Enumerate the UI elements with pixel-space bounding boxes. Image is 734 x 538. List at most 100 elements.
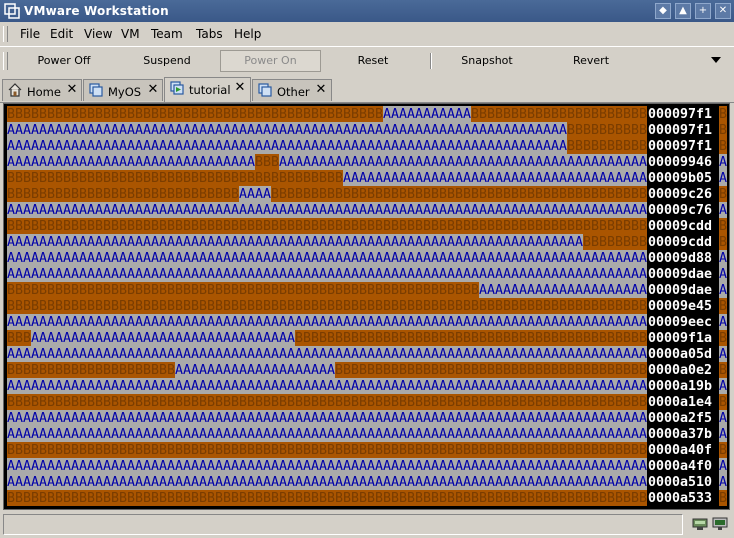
status-message-field [3,514,683,535]
memory-address: 00009f1a [648,331,712,346]
memory-address: 00009c26 [648,187,712,202]
screen-row: BBBBBBBBBBBBBBBBBBBBB AAAAAAAAAAAAAAAAAAA… [7,362,727,378]
screen-row: AAAAAAAAAAAAAAAAAAAAAAAAAAAAAAAAAAAAAAAA… [7,378,727,394]
menu-view[interactable]: View [84,27,112,41]
text-run: AAAAAAAAAAAAAAAAAAAAAAAAAAAAAAAAAAAAAAAA… [7,411,647,426]
trail-char: B [719,187,727,202]
screen-row: AAAAAAAAAAAAAAAAAAAAAAAAAAAAAAAAAAAAAAAA… [7,346,727,362]
trail-char: A [719,267,727,282]
memory-address: 00009eec [648,315,712,330]
text-run: AAAAAAAAAAAAAAAAAAAAAAAAAAAAAAAAAAAAAAAA… [7,123,567,138]
memory-address: 000097f1 [648,107,712,122]
text-run: AAAAAAAAAAAAAAAAAAAAAAAAAAAAAAAAAAAAAAAA… [7,267,647,282]
tab-other[interactable]: Other ✕ [252,79,332,101]
screen-row: AAAAAAAAAAAAAAAAAAAAAAAAAAAAAAAAAAAAAAAA… [7,234,727,250]
suspend-button[interactable]: Suspend [122,50,212,72]
window-title: VMware Workstation [24,4,169,18]
network-icon[interactable] [692,517,708,531]
shade-icon[interactable]: ◆ [655,3,671,19]
screen-row: BBBBBBBBBBBBBBBBBBBBBBBBBBBBBBBBBBBBBBBB… [7,170,727,186]
memory-address: 00009d88 [648,251,712,266]
screen-row: BBBBBBBBBBBBBBBBBBBBBBBBBBBBBBBBBBBBBBBB… [7,394,727,410]
screen-row: AAAAAAAAAAAAAAAAAAAAAAAAAAAAAAAAAAAAAAAA… [7,458,727,474]
text-run: BBBBBBBB [583,235,647,250]
text-run: AAAAAAAAAAAAAAAAAAAAAAAAAAAAAAAAAAAAAAAA… [7,315,647,330]
memory-address: 0000a1e4 [648,395,712,410]
screen-row: AAAAAAAAAAAAAAAAAAAAAAAAAAAAAAAAAAAAAAAA… [7,250,727,266]
text-run: AAAAAAAAAAAAAAAAAAAAAAAAAAAAAAA [7,155,255,170]
trail-char: A [719,411,727,426]
screen-row: BBBBBBBBBBBBBBBBBBBBBBBBBBBBBBBBBBBBBBBB… [7,298,727,314]
tab-label: Other [277,85,310,99]
home-icon [8,83,22,97]
text-run: BBBBBBBBBBBBBBBBBBBBBBBBBBBBBBBBBBBBBBBB… [7,171,343,186]
menu-team[interactable]: Team [151,27,183,41]
tab-myos[interactable]: MyOS ✕ [83,79,163,101]
trail-char: B [719,107,727,122]
snapshot-button[interactable]: Snapshot [440,50,534,72]
screen-row: AAAAAAAAAAAAAAAAAAAAAAAAAAAAAAAAAAAAAAAA… [7,266,727,282]
vm-console[interactable]: BBBBBBBBBBBBBBBBBBBBBBBBBBBBBBBBBBBBBBBB… [3,103,730,510]
memory-address: 000097f1 [648,123,712,138]
text-run: BBBBBBBBBBBBBBBBBBBBBBBBBBBBBBBBBBBBBBBB… [7,299,647,314]
menu-grip [3,26,8,42]
status-bar [0,511,734,538]
screen-row: BBB AAAAAAAAAAAAAAAAAAAAAAAAAAAAAAAAA BBBB… [7,330,727,346]
vm-icon [89,83,103,97]
trail-char: A [719,315,727,330]
toolbar: Power Off Suspend Power On Reset Snapsho… [0,46,734,75]
screen-row: AAAAAAAAAAAAAAAAAAAAAAAAAAAAAAAAAAAAAAAA… [7,122,727,138]
reset-button[interactable]: Reset [330,50,416,72]
text-run: AAAAAAAAAAAAAAAAAAAAAAAAAAAAAAAAAAAAAAAA… [7,139,567,154]
toolbar-separator [430,53,432,69]
menu-tabs[interactable]: Tabs [196,27,223,41]
trail-char: B [719,395,727,410]
text-run: AAAAAAAAAAAAAAAAAAAAAAAAAAAAAAAAAAAAAAAA… [7,459,647,474]
power-on-button[interactable]: Power On [220,50,321,72]
text-run: AAAA [239,187,271,202]
menu-help[interactable]: Help [234,27,261,41]
tab-label: tutorial [189,83,231,97]
display-icon[interactable] [712,517,728,531]
text-run: AAAAAAAAAAAAAAAAAAAAAAAAAAAAAAAAAAAAAAAA… [7,347,647,362]
close-icon[interactable]: ✕ [234,81,246,94]
trail-char: A [719,427,727,442]
memory-address: 00009c76 [648,203,712,218]
screen-row: BBBBBBBBBBBBBBBBBBBBBBBBBBBBBBBBBBBBBBBB… [7,218,727,234]
text-run: AAAAAAAAAAAAAAAAAAAAAAAAAAAAAAAAAAAAAA [343,171,647,186]
menu-vm[interactable]: VM [121,27,140,41]
close-icon[interactable]: ✕ [315,83,327,96]
trail-char: B [719,123,727,138]
close-icon[interactable]: ✕ [715,3,731,19]
screen-row: AAAAAAAAAAAAAAAAAAAAAAAAAAAAAAA BBB AAAAAA… [7,154,727,170]
trail-char: A [719,347,727,362]
text-run: AAAAAAAAAAAAAAAAAAAAAAAAAAAAAAAAAAAAAAAA… [7,427,647,442]
memory-address: 0000a37b [648,427,712,442]
tab-tutorial[interactable]: tutorial ✕ [164,77,251,102]
text-run: BBBBBBBBBBBBBBBBBBBBBBBBBBBBBBBBBBBBBBBB… [7,107,383,122]
power-off-button[interactable]: Power Off [20,50,108,72]
memory-address: 00009e45 [648,299,712,314]
title-bar: VMware Workstation ◆ ▲ + ✕ [0,0,734,22]
text-run: AAAAAAAAAAA [383,107,471,122]
screen-row: AAAAAAAAAAAAAAAAAAAAAAAAAAAAAAAAAAAAAAAA… [7,138,727,154]
menu-file[interactable]: File [20,27,40,41]
close-icon[interactable]: ✕ [66,83,78,96]
guest-display[interactable]: BBBBBBBBBBBBBBBBBBBBBBBBBBBBBBBBBBBBBBBB… [7,106,727,508]
toolbar-overflow-icon[interactable] [711,57,721,63]
tab-home[interactable]: Home ✕ [2,79,82,101]
screen-row: AAAAAAAAAAAAAAAAAAAAAAAAAAAAAAAAAAAAAAAA… [7,410,727,426]
text-run: BBBBBBBBBB [567,139,647,154]
maximize-icon[interactable]: ▲ [675,3,691,19]
memory-address: 00009b05 [648,171,712,186]
add-icon[interactable]: + [695,3,711,19]
memory-address: 00009946 [648,155,712,170]
text-run: BBBBBBBBBBBBBBBBBBBBB [7,363,175,378]
screen-row: AAAAAAAAAAAAAAAAAAAAAAAAAAAAAAAAAAAAAAAA… [7,202,727,218]
revert-button[interactable]: Revert [545,50,637,72]
close-icon[interactable]: ✕ [147,83,159,96]
toolbar-grip [3,52,8,70]
text-run: BBBBBBBBBBBBBBBBBBBBBBBBBBBBBBBBBBBBBBBB… [7,443,647,458]
text-run: BBBBBBBBBBBBBBBBBBBBBBBBBBBBBBBBBBBBBBBB… [7,219,647,234]
menu-edit[interactable]: Edit [50,27,73,41]
